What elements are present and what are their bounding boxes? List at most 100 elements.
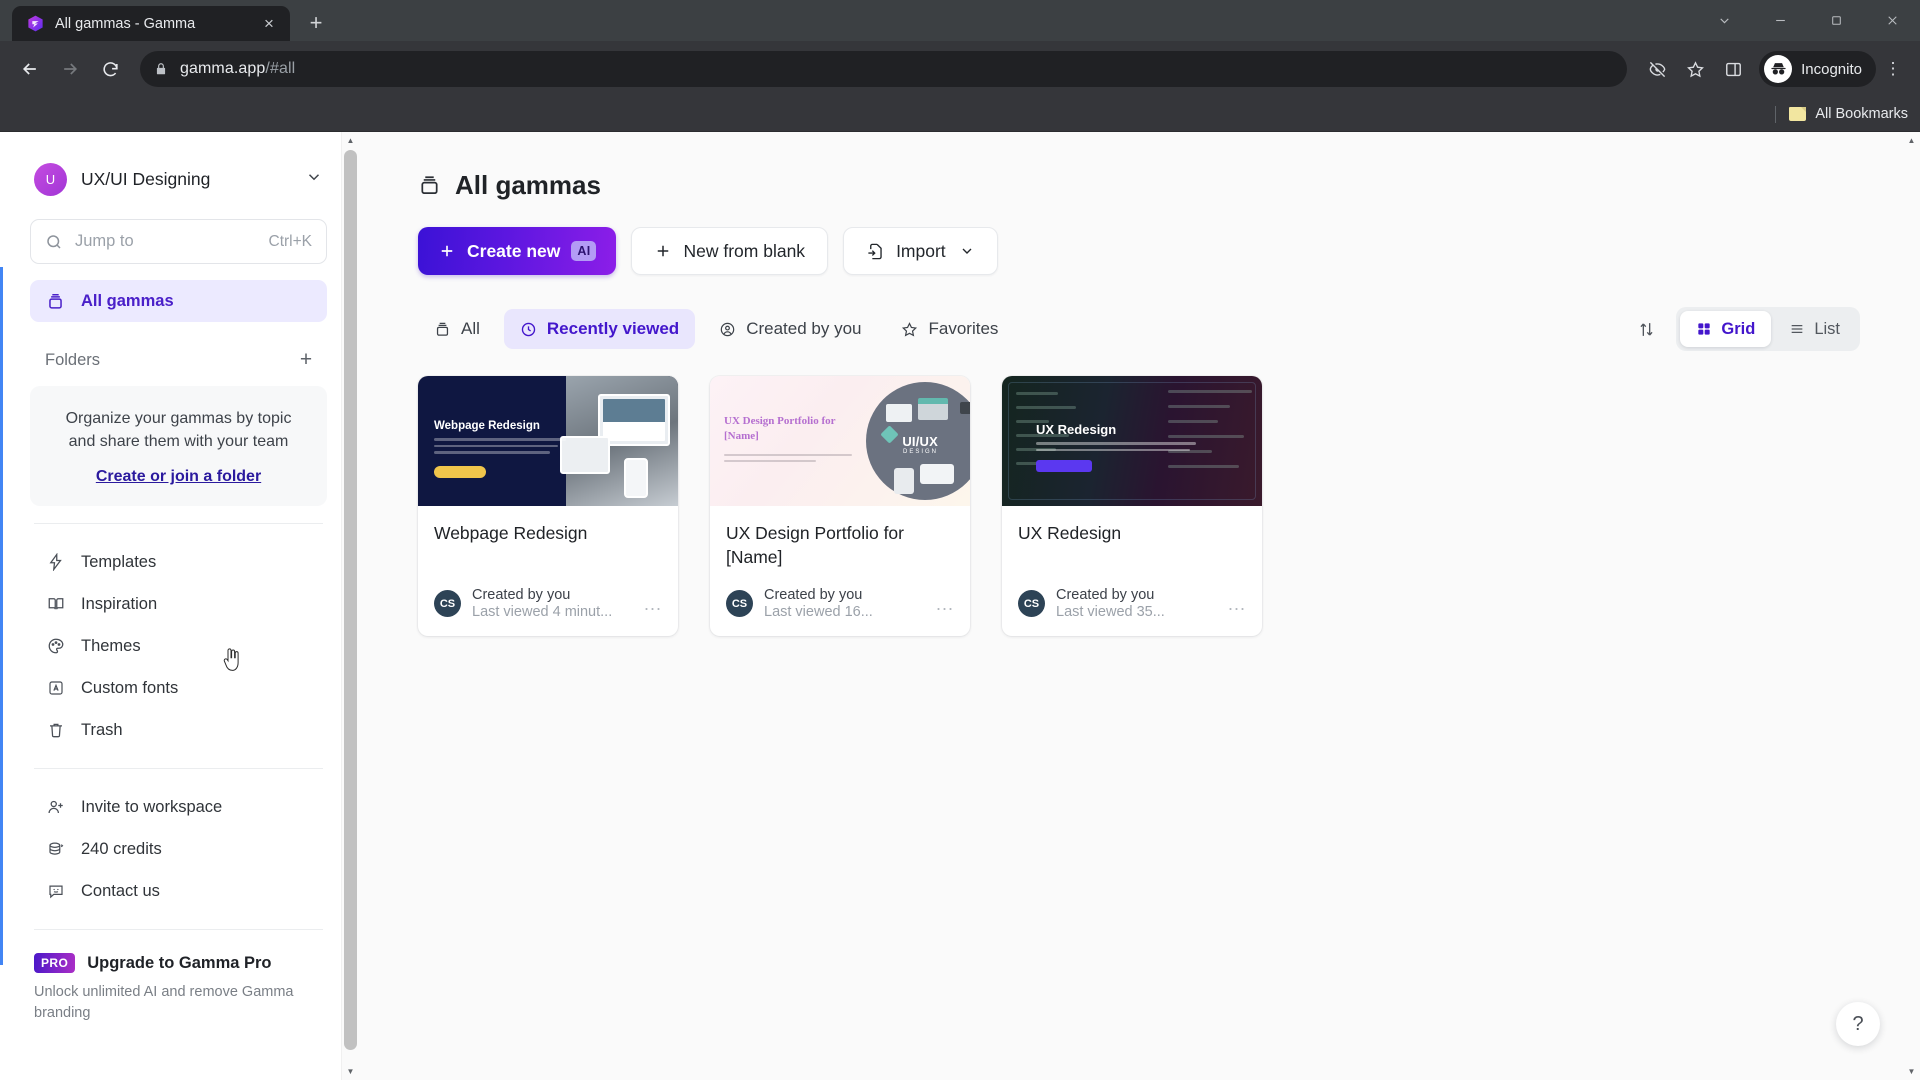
- card-menu-button[interactable]: ...: [936, 595, 954, 613]
- help-button[interactable]: ?: [1836, 1002, 1880, 1046]
- workspace-name: UX/UI Designing: [81, 168, 211, 189]
- page-title: All gammas: [455, 170, 601, 200]
- tab-recently-viewed[interactable]: Recently viewed: [503, 309, 696, 349]
- gamma-card[interactable]: Webpage Redesign Webpage Redesign CS Cre…: [418, 376, 678, 637]
- thumbnail-object: [894, 468, 914, 494]
- close-icon[interactable]: ×: [258, 13, 280, 35]
- sidebar-item-themes[interactable]: Themes: [30, 625, 327, 667]
- action-buttons: Create new AI New from blank Import: [418, 227, 1920, 275]
- card-menu-button[interactable]: ...: [1228, 595, 1246, 613]
- scrollbar-thumb[interactable]: [344, 150, 357, 1050]
- sidebar-item-credits[interactable]: 240 credits: [30, 828, 327, 870]
- app-sidebar: U UX/UI Designing Jump to Ctrl+K All gam…: [0, 132, 358, 1080]
- card-thumbnail: UI/UX DESIGN UX Design Portfolio for [Na…: [710, 376, 970, 506]
- sidebar-item-templates[interactable]: Templates: [30, 541, 327, 583]
- browser-tab[interactable]: All gammas - Gamma ×: [12, 6, 290, 41]
- minimize-icon[interactable]: [1752, 0, 1808, 41]
- user-circle-icon: [719, 321, 736, 338]
- new-tab-button[interactable]: +: [299, 6, 333, 40]
- back-button[interactable]: [12, 51, 48, 87]
- card-menu-button[interactable]: ...: [644, 595, 662, 613]
- view-mode-label: List: [1814, 319, 1840, 338]
- thumbnail-object: [918, 398, 948, 420]
- thumbnail-device: [560, 436, 610, 474]
- all-bookmarks-button[interactable]: All Bookmarks: [1815, 106, 1908, 122]
- browser-menu-icon[interactable]: ⋮: [1878, 51, 1908, 87]
- tab-favorites[interactable]: Favorites: [885, 309, 1014, 349]
- tab-label: Recently viewed: [546, 319, 680, 338]
- upgrade-subtitle: Unlock unlimited AI and remove Gamma bra…: [34, 984, 294, 1022]
- page-header: All gammas: [418, 170, 1920, 201]
- card-meta: Created by you Last viewed 4 minut...: [472, 587, 633, 620]
- thumbnail-cta: [434, 466, 486, 478]
- gamma-card[interactable]: UI/UX DESIGN UX Design Portfolio for [Na…: [710, 376, 970, 637]
- sidebar-scrollbar[interactable]: ▲ ▼: [341, 132, 358, 1080]
- star-icon[interactable]: [1677, 51, 1713, 87]
- restore-icon[interactable]: [1808, 0, 1864, 41]
- scroll-down-icon[interactable]: ▼: [342, 1063, 359, 1080]
- gammas-icon: [434, 321, 451, 338]
- eye-off-icon[interactable]: [1639, 51, 1675, 87]
- filter-tabs: All Recently viewed Created by you Favor…: [418, 309, 1014, 349]
- chevron-down-icon[interactable]: [1696, 0, 1752, 41]
- address-bar[interactable]: gamma.app/#all: [140, 51, 1628, 87]
- create-or-join-folder-link[interactable]: Create or join a folder: [96, 468, 261, 486]
- card-last-viewed: Last viewed 35...: [1056, 604, 1165, 621]
- tab-created-by-you[interactable]: Created by you: [703, 309, 877, 349]
- thumbnail-heading: UX Redesign: [1036, 422, 1117, 437]
- star-icon: [901, 321, 918, 338]
- avatar: CS: [434, 590, 461, 618]
- view-controls: Grid List: [1629, 307, 1860, 351]
- sidebar-item-contact-us[interactable]: Contact us: [30, 870, 327, 912]
- card-body: UX Redesign: [1002, 506, 1262, 569]
- sidebar-item-inspiration[interactable]: Inspiration: [30, 583, 327, 625]
- user-plus-icon: [45, 797, 66, 818]
- scroll-up-icon[interactable]: ▲: [342, 132, 359, 149]
- import-button[interactable]: Import: [843, 227, 998, 275]
- card-footer: CS Created by you Last viewed 4 minut...…: [418, 587, 678, 636]
- sidebar-item-trash[interactable]: Trash: [30, 709, 327, 751]
- thumbnail-badge: UI/UX DESIGN: [902, 434, 938, 455]
- card-author: Created by you: [764, 587, 863, 604]
- create-new-button[interactable]: Create new AI: [418, 227, 617, 275]
- side-panel-icon[interactable]: [1715, 51, 1751, 87]
- card-footer: CS Created by you Last viewed 16... ...: [710, 587, 970, 636]
- sidebar-item-invite-to-workspace[interactable]: Invite to workspace: [30, 786, 327, 828]
- thumbnail-object: [920, 464, 954, 484]
- page-scrollbar[interactable]: ▲ ▼: [1903, 132, 1920, 1080]
- sidebar-item-all-gammas[interactable]: All gammas: [30, 280, 327, 322]
- reload-button[interactable]: [92, 51, 128, 87]
- sidebar-nav-group-primary: Templates Inspiration Themes Custom font…: [30, 541, 327, 751]
- thumbnail-text-lines: [724, 454, 852, 466]
- divider: [34, 523, 323, 525]
- gamma-logo-icon: [26, 14, 45, 33]
- thumbnail-bullets: [1168, 390, 1252, 480]
- divider: [34, 929, 323, 931]
- thumbnail-object: [960, 402, 970, 414]
- workspace-switcher[interactable]: U UX/UI Designing: [30, 147, 327, 211]
- card-title: Webpage Redesign: [434, 523, 588, 543]
- scroll-up-icon[interactable]: ▲: [1903, 132, 1920, 149]
- font-icon: [45, 678, 66, 699]
- address-bar-url: gamma.app/#all: [180, 60, 296, 77]
- gamma-card[interactable]: UX Redesign UX Redesign CS Created by yo…: [1002, 376, 1262, 637]
- card-meta: Created by you Last viewed 35...: [1056, 587, 1217, 620]
- add-folder-button[interactable]: +: [291, 345, 321, 375]
- upgrade-block[interactable]: PRO Upgrade to Gamma Pro Unlock unlimite…: [30, 947, 327, 1024]
- search-input[interactable]: Jump to Ctrl+K: [30, 219, 327, 264]
- new-from-blank-button[interactable]: New from blank: [631, 227, 829, 275]
- scroll-down-icon[interactable]: ▼: [1903, 1063, 1920, 1080]
- avatar: CS: [726, 590, 753, 618]
- sort-arrows-icon[interactable]: [1629, 312, 1663, 346]
- tab-all[interactable]: All: [418, 309, 496, 349]
- incognito-profile-button[interactable]: Incognito: [1759, 51, 1876, 87]
- close-icon[interactable]: [1864, 0, 1920, 41]
- view-mode-grid[interactable]: Grid: [1680, 311, 1772, 347]
- toolbar-actions: Incognito ⋮: [1639, 51, 1908, 87]
- sidebar-item-label: Contact us: [81, 881, 160, 900]
- chevron-down-icon: [959, 243, 975, 259]
- avatar: CS: [1018, 590, 1045, 618]
- view-mode-list[interactable]: List: [1773, 311, 1856, 347]
- sidebar-item-custom-fonts[interactable]: Custom fonts: [30, 667, 327, 709]
- forward-button[interactable]: [52, 51, 88, 87]
